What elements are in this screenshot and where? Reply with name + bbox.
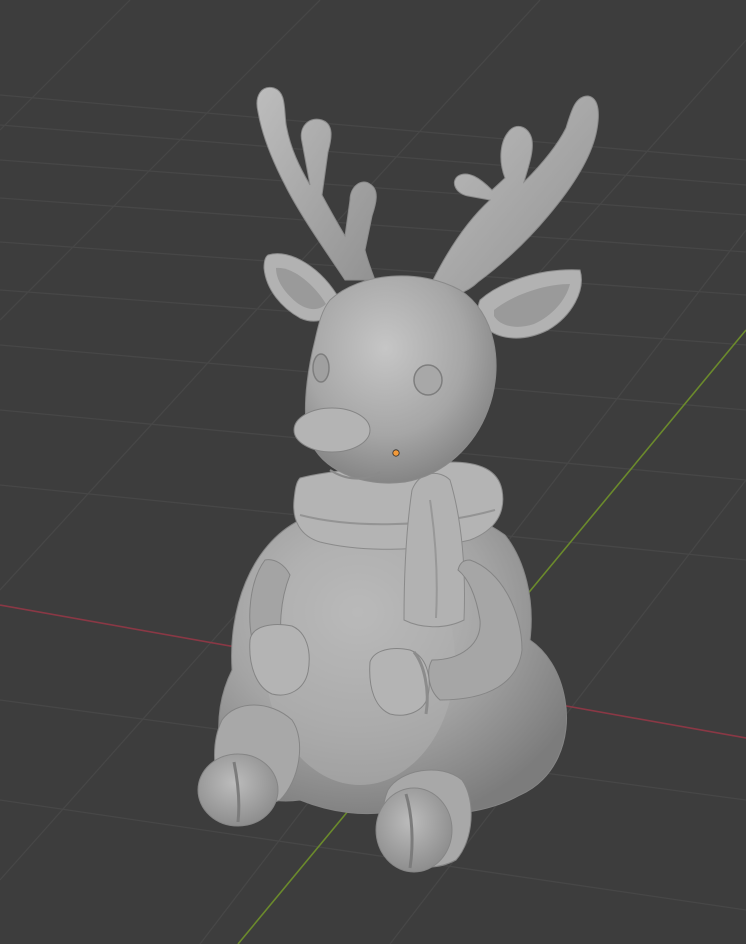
3d-viewport[interactable] [0, 0, 746, 944]
right-foot-sole[interactable] [375, 787, 453, 873]
right-antler[interactable] [431, 95, 599, 299]
nose[interactable] [293, 407, 371, 453]
right-paw[interactable] [369, 648, 430, 716]
viewport-canvas[interactable] [0, 0, 746, 944]
right-eye [413, 364, 443, 396]
object-origin-dot[interactable] [392, 449, 400, 457]
left-antler[interactable] [256, 86, 377, 281]
reindeer-mesh[interactable] [197, 86, 599, 873]
left-eye [312, 353, 330, 383]
